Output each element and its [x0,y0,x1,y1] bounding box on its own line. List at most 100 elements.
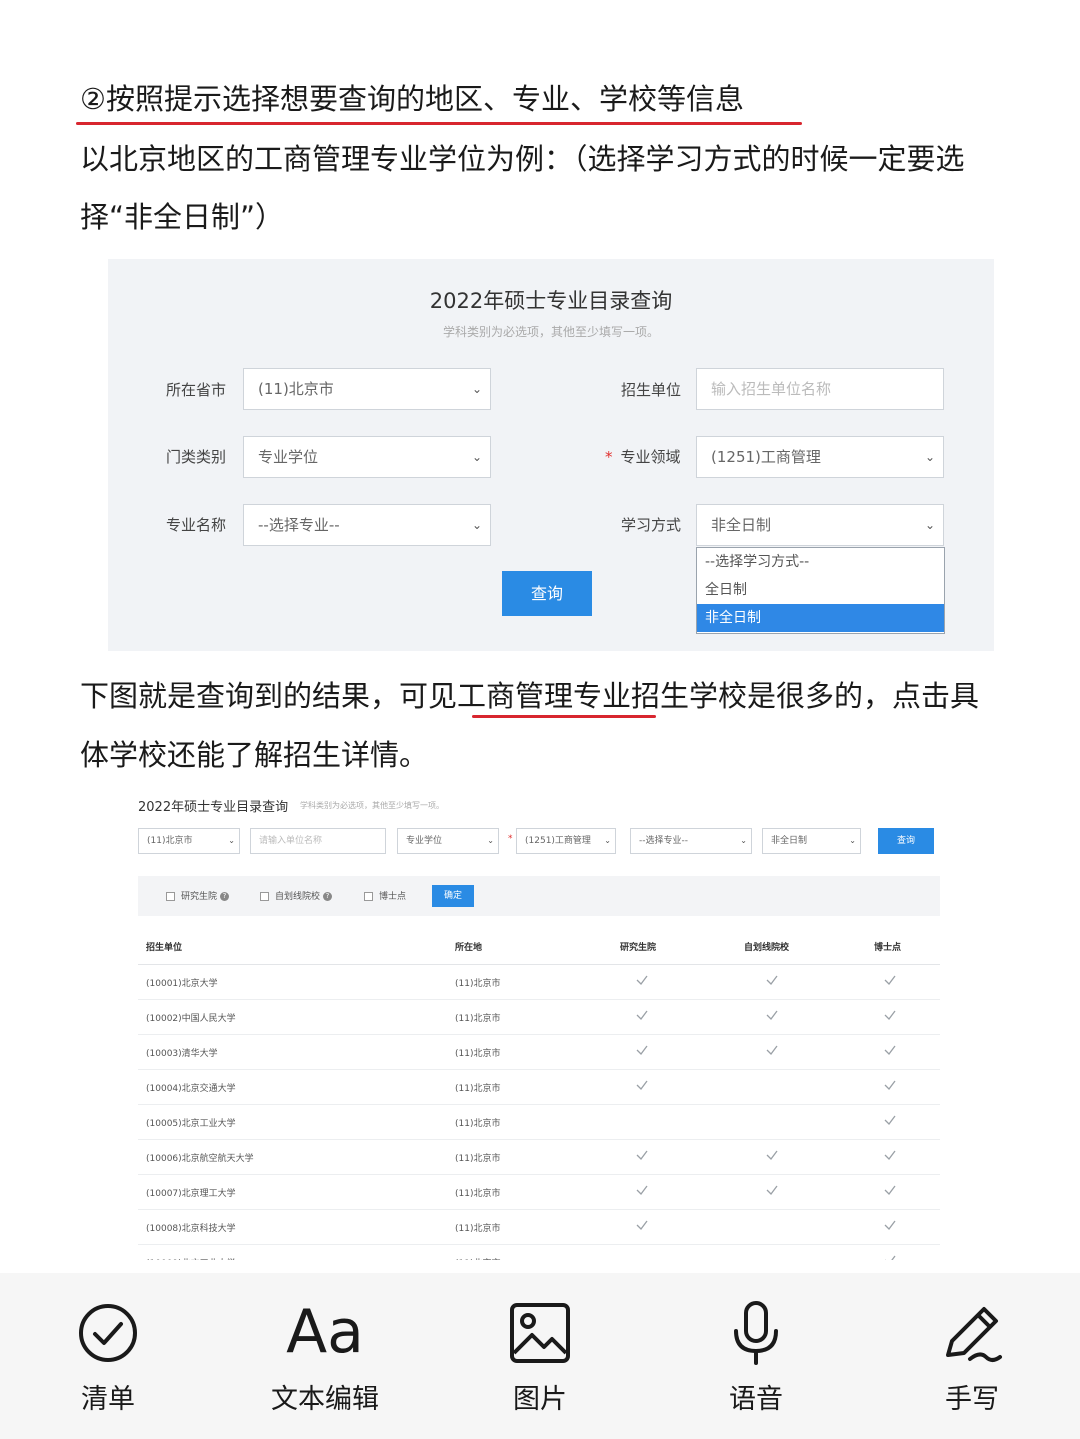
checklist-label: 清单 [81,1384,135,1415]
province-select[interactable]: (11)北京市 ⌄ [138,828,240,854]
help-icon[interactable]: ? [323,892,333,901]
mode-dropdown: --选择学习方式-- 全日制 非全日制 [696,547,945,634]
location-cell: (11)北京市 [455,1224,501,1234]
self-line-checkbox[interactable]: 自划线院校? [260,889,333,902]
results-title: 2022年硕士专业目录查询 [138,800,289,815]
grad-school-check-icon [635,1008,649,1022]
major-select[interactable]: --选择专业-- ⌄ [243,504,491,546]
table-header: 招生单位 所在地 研究生院 自划线院校 博士点 [138,930,940,965]
table-row[interactable]: (10007)北京理工大学 (11)北京市 [138,1174,940,1210]
unit-cell[interactable]: (10004)北京交通大学 [146,1081,236,1094]
self-line-check-icon [765,1183,779,1197]
query-button[interactable]: 查询 [502,571,592,616]
table-row[interactable]: (10008)北京科技大学 (11)北京市 [138,1209,940,1245]
checkbox-icon [364,892,373,901]
location-cell: (11)北京市 [455,1119,501,1129]
field-select[interactable]: (1251)工商管理 ⌄ [516,828,616,854]
image-tool[interactable]: 图片 [450,1273,630,1439]
grad-school-check-icon [635,1043,649,1057]
form-title: 2022年硕士专业目录查询 [429,289,673,313]
mode-value: 非全日制 [771,836,808,846]
grad-school-checkbox[interactable]: 研究生院? [166,889,230,902]
major-value: --选择专业-- [258,516,340,534]
chevron-down-icon: ⌄ [471,518,482,532]
paragraph-1-line-1: 以北京地区的工商管理专业学位为例：（选择学习方式的时候一定要选 [80,142,965,176]
location-cell: (11)北京市 [455,1154,501,1164]
category-select[interactable]: 专业学位 ⌄ [243,436,491,478]
category-value: 专业学位 [258,448,319,466]
checklist-tool[interactable]: 清单 [18,1273,198,1439]
province-value: (11)北京市 [147,836,193,846]
voice-tool[interactable]: 语音 [666,1273,846,1439]
table-row[interactable]: (10004)北京交通大学 (11)北京市 [138,1069,940,1105]
voice-label: 语音 [729,1384,783,1415]
field-value: (1251)工商管理 [525,836,591,846]
chevron-down-icon: ⌄ [471,450,482,464]
province-value: (11)北京市 [258,380,334,398]
paragraph-2-line-1: 下图就是查询到的结果，可见工商管理专业招生学校是很多的，点击具 [80,679,980,713]
table-row[interactable]: (10009)北方工业大学 (11)北京市 [138,1244,940,1260]
step-heading: ②按照提示选择想要查询的地区、专业、学校等信息 [80,82,744,116]
unit-cell[interactable]: (10008)北京科技大学 [146,1221,236,1234]
phd-checkbox[interactable]: 博士点 [364,889,406,902]
handwrite-tool[interactable]: 手写 [882,1273,1062,1439]
unit-cell[interactable]: (10005)北京工业大学 [146,1116,236,1129]
results-subtitle: 学科类别为必选项，其他至少填写一项。 [300,801,444,810]
table-row[interactable]: (10006)北京航空航天大学 (11)北京市 [138,1139,940,1175]
chevron-down-icon: ⌄ [924,450,935,464]
unit-label: 招生单位 [621,381,682,399]
mode-value: 非全日制 [711,516,772,534]
paragraph-2-line-2: 体学校还能了解招生详情。 [80,738,429,772]
text-format-icon: Aa [286,1297,364,1367]
results-screenshot: 2022年硕士专业目录查询 学科类别为必选项，其他至少填写一项。 (11)北京市… [138,790,940,1260]
self-line-label: 自划线院校 [275,892,321,902]
mode-select[interactable]: 非全日制 ⌄ [762,828,861,854]
unit-placeholder: 输入招生单位名称 [711,380,832,398]
unit-cell[interactable]: (10003)清华大学 [146,1046,218,1059]
grad-school-check-icon [635,1218,649,1232]
location-cell: (11)北京市 [455,1189,501,1199]
handwrite-label: 手写 [945,1384,999,1415]
unit-input[interactable]: 请输入单位名称 [250,828,386,854]
unit-cell[interactable]: (10007)北京理工大学 [146,1186,236,1199]
unit-input[interactable]: 输入招生单位名称 [696,368,944,410]
unit-cell[interactable]: (10009)北方工业大学 [146,1256,236,1260]
confirm-button[interactable]: 确定 [432,885,474,907]
location-cell: (11)北京市 [455,1256,500,1260]
unit-cell[interactable]: (10001)北京大学 [146,976,218,989]
mode-option[interactable]: --选择学习方式-- [697,548,944,576]
help-icon[interactable]: ? [220,892,230,901]
chevron-down-icon: ⌄ [740,836,747,845]
phd-check-icon [883,1253,897,1260]
province-select[interactable]: (11)北京市 ⌄ [243,368,491,410]
unit-cell[interactable]: (10006)北京航空航天大学 [146,1151,254,1164]
col-unit: 招生单位 [146,943,183,953]
grad-school-check-icon [635,973,649,987]
text-edit-label: 文本编辑 [271,1384,379,1415]
table-row[interactable]: (10001)北京大学 (11)北京市 [138,964,940,1000]
category-select[interactable]: 专业学位 ⌄ [397,828,499,854]
mode-select[interactable]: 非全日制 ⌄ [696,504,944,546]
mode-option[interactable]: 全日制 [697,576,944,604]
field-label-text: 专业领域 [620,448,681,466]
phd-check-icon [883,1043,897,1057]
field-select[interactable]: (1251)工商管理 ⌄ [696,436,944,478]
location-cell: (11)北京市 [455,1014,501,1024]
unit-cell[interactable]: (10002)中国人民大学 [146,1011,236,1024]
major-value: --选择专业-- [639,836,688,846]
table-row[interactable]: (10002)中国人民大学 (11)北京市 [138,999,940,1035]
table-row[interactable]: (10003)清华大学 (11)北京市 [138,1034,940,1070]
location-cell: (11)北京市 [455,979,501,989]
query-button[interactable]: 查询 [878,828,934,854]
mode-option-selected[interactable]: 非全日制 [697,604,944,632]
table-row[interactable]: (10005)北京工业大学 (11)北京市 [138,1104,940,1140]
self-line-check-icon [765,973,779,987]
field-value: (1251)工商管理 [711,448,821,466]
major-select[interactable]: --选择专业-- ⌄ [630,828,752,854]
phd-label: 博士点 [379,892,407,902]
phd-check-icon [883,1183,897,1197]
province-label: 所在省市 [166,381,227,399]
chevron-down-icon: ⌄ [849,836,856,845]
text-edit-tool[interactable]: Aa 文本编辑 [235,1273,415,1439]
form-subtitle: 学科类别为必选项，其他至少填写一项。 [442,325,659,339]
